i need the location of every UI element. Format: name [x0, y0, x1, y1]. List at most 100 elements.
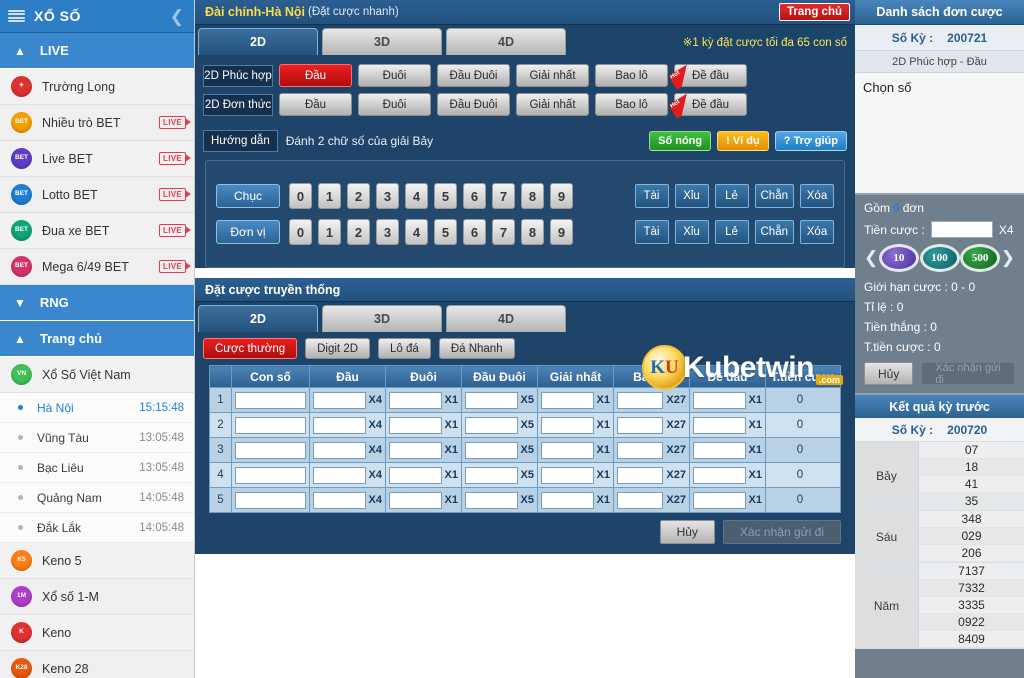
traditional-cancel-button[interactable]: Hủy	[659, 520, 715, 544]
sidebar-group-trang-chu[interactable]: ▲ Trang chủ	[0, 321, 194, 357]
bet-list-content[interactable]: Chọn số	[855, 73, 1024, 195]
input-dau[interactable]	[313, 491, 366, 509]
option-bao-lo-donthuc[interactable]: Bao lô	[595, 93, 668, 116]
digit-button-donvi-6[interactable]: 6	[463, 219, 486, 245]
chip-10[interactable]: 10	[878, 244, 919, 272]
trad-tab-3d[interactable]: 3D	[322, 305, 442, 332]
hot-numbers-button[interactable]: Số nóng	[649, 131, 712, 151]
input-duoi[interactable]	[389, 416, 442, 434]
sidebar-item-keno-5[interactable]: K5 Keno 5	[0, 543, 194, 579]
action-le-donvi[interactable]: Lẻ	[714, 220, 749, 244]
option-duoi-donthuc[interactable]: Đuôi	[358, 93, 431, 116]
digit-button-chuc-5[interactable]: 5	[434, 183, 457, 209]
option-dau-duoi-phuchop[interactable]: Đầu Đuôi	[437, 64, 510, 87]
input-bao-lo[interactable]	[617, 391, 664, 409]
input-duoi[interactable]	[389, 441, 442, 459]
digit-button-chuc-9[interactable]: 9	[550, 183, 573, 209]
stake-input[interactable]	[930, 221, 993, 238]
action-tai-donvi[interactable]: Tài	[634, 220, 669, 244]
sidebar-item-mega-649-bet[interactable]: BET Mega 6/49 BET LIVE	[0, 249, 194, 285]
digit-button-chuc-3[interactable]: 3	[376, 183, 399, 209]
digit-button-donvi-0[interactable]: 0	[289, 219, 312, 245]
digit-button-chuc-8[interactable]: 8	[521, 183, 544, 209]
sidebar-item-keno-28[interactable]: K28 Keno 28	[0, 651, 194, 678]
chuc-label-button[interactable]: Chục	[216, 184, 280, 208]
sidebar-item-live-bet[interactable]: BET Live BET LIVE	[0, 141, 194, 177]
chip-100[interactable]: 100	[919, 244, 960, 272]
sidebar-header[interactable]: XỔ SỐ ❮	[0, 0, 194, 33]
option-giai-nhat-phuchop[interactable]: Giải nhất	[516, 64, 589, 87]
sidebar-item-nhieu-tro-bet[interactable]: BET Nhiều trò BET LIVE	[0, 105, 194, 141]
chip-next-arrow[interactable]: ❯	[1001, 248, 1015, 268]
digit-button-donvi-5[interactable]: 5	[434, 219, 457, 245]
option-dau-duoi-donthuc[interactable]: Đầu Đuôi	[437, 93, 510, 116]
sidebar-item-truong-long[interactable]: ✦ Trường Long	[0, 69, 194, 105]
trad-tab-2d[interactable]: 2D	[198, 305, 318, 332]
trad-tab-4d[interactable]: 4D	[446, 305, 566, 332]
sidebar-region-bac-lieu[interactable]: Bạc Liêu 13:05:48	[0, 453, 194, 483]
option-de-dau-donthuc[interactable]: Đề đầu	[674, 93, 747, 116]
action-le-chuc[interactable]: Lẻ	[714, 184, 749, 208]
sidebar-region-vung-tau[interactable]: Vũng Tàu 13:05:48	[0, 423, 194, 453]
mode-lo-da[interactable]: Lô đá	[378, 338, 431, 359]
input-con-so[interactable]	[235, 416, 306, 434]
option-de-dau-phuchop[interactable]: Đề đầu	[674, 64, 747, 87]
input-de-dau[interactable]	[693, 391, 746, 409]
digit-button-chuc-6[interactable]: 6	[463, 183, 486, 209]
input-con-so[interactable]	[235, 491, 306, 509]
input-dau[interactable]	[313, 416, 366, 434]
input-dau-duoi[interactable]	[465, 416, 518, 434]
tab-2d[interactable]: 2D	[198, 28, 318, 55]
input-dau[interactable]	[313, 391, 366, 409]
input-duoi[interactable]	[389, 391, 442, 409]
input-giai-nhat[interactable]	[541, 441, 594, 459]
action-xoa-chuc[interactable]: Xóa	[800, 184, 834, 208]
tab-3d[interactable]: 3D	[322, 28, 442, 55]
chip-500[interactable]: 500	[960, 244, 1001, 272]
input-dau[interactable]	[313, 466, 366, 484]
sidebar-item-xo-so-1m[interactable]: 1M Xổ số 1-M	[0, 579, 194, 615]
digit-button-chuc-2[interactable]: 2	[347, 183, 370, 209]
input-con-so[interactable]	[235, 441, 306, 459]
digit-button-chuc-7[interactable]: 7	[492, 183, 515, 209]
summary-cancel-button[interactable]: Hủy	[864, 362, 914, 385]
action-chan-donvi[interactable]: Chẵn	[754, 220, 794, 244]
action-chan-chuc[interactable]: Chẵn	[754, 184, 794, 208]
digit-button-chuc-0[interactable]: 0	[289, 183, 312, 209]
digit-button-donvi-9[interactable]: 9	[550, 219, 573, 245]
option-bao-lo-phuchop[interactable]: Bao lô	[595, 64, 668, 87]
don-vi-label-button[interactable]: Đơn vị	[216, 220, 280, 244]
home-button[interactable]: Trang chủ	[779, 3, 850, 21]
input-giai-nhat[interactable]	[541, 466, 594, 484]
input-giai-nhat[interactable]	[541, 391, 594, 409]
hamburger-icon[interactable]	[8, 9, 25, 23]
input-de-dau[interactable]	[693, 491, 746, 509]
digit-button-chuc-1[interactable]: 1	[318, 183, 341, 209]
input-con-so[interactable]	[235, 466, 306, 484]
input-de-dau[interactable]	[693, 466, 746, 484]
mode-digit-2d[interactable]: Digit 2D	[305, 338, 371, 359]
input-duoi[interactable]	[389, 491, 442, 509]
sidebar-item-dua-xe-bet[interactable]: BET Đua xe BET LIVE	[0, 213, 194, 249]
input-de-dau[interactable]	[693, 416, 746, 434]
chip-prev-arrow[interactable]: ❮	[864, 248, 878, 268]
sidebar-region-ha-noi[interactable]: Hà Nội 15:15:48	[0, 393, 194, 423]
digit-button-donvi-2[interactable]: 2	[347, 219, 370, 245]
option-duoi-phuchop[interactable]: Đuôi	[358, 64, 431, 87]
option-dau-phuchop[interactable]: Đầu	[279, 64, 352, 87]
sidebar-group-live[interactable]: ▲ LIVE	[0, 33, 194, 69]
digit-button-donvi-7[interactable]: 7	[492, 219, 515, 245]
option-dau-donthuc[interactable]: Đầu	[279, 93, 352, 116]
mode-cuoc-thuong[interactable]: Cược thường	[203, 338, 298, 359]
input-bao-lo[interactable]	[617, 416, 664, 434]
input-bao-lo[interactable]	[617, 466, 664, 484]
tab-4d[interactable]: 4D	[446, 28, 566, 55]
input-duoi[interactable]	[389, 466, 442, 484]
input-giai-nhat[interactable]	[541, 491, 594, 509]
input-con-so[interactable]	[235, 391, 306, 409]
mode-da-nhanh[interactable]: Đá Nhanh	[438, 338, 515, 359]
input-bao-lo[interactable]	[617, 491, 664, 509]
option-giai-nhat-donthuc[interactable]: Giải nhất	[516, 93, 589, 116]
digit-button-donvi-4[interactable]: 4	[405, 219, 428, 245]
input-giai-nhat[interactable]	[541, 416, 594, 434]
